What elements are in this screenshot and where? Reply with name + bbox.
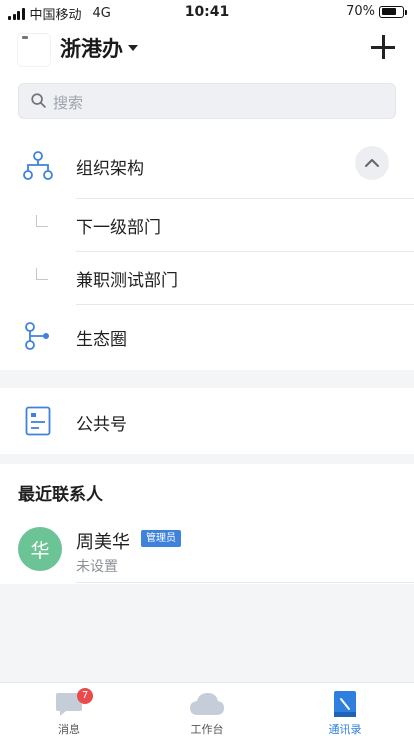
search-input[interactable]: 搜索 [18, 83, 396, 119]
battery-percent: 70% [346, 4, 375, 19]
tab-messages[interactable]: 7 消息 [0, 683, 138, 736]
status-bar: 中国移动 4G 10:41 70% [0, 0, 414, 24]
tab-workbench[interactable]: 工作台 [138, 683, 276, 736]
tab-contacts[interactable]: 通讯录 [276, 683, 414, 736]
org-structure-label: 组织架构 [76, 159, 144, 179]
ecosystem-icon [25, 322, 49, 350]
org-section: 组织架构 下一级部门 兼职测试部门 生态圈 [0, 134, 414, 370]
tab-label: 通讯录 [328, 723, 362, 736]
list-item-public-account[interactable]: 公共号 [0, 388, 414, 454]
status-right: 70% [346, 4, 407, 19]
list-item-parttime-department[interactable]: 兼职测试部门 [0, 252, 414, 304]
battery-fill [381, 8, 396, 15]
add-icon[interactable] [370, 34, 396, 60]
search-icon [31, 93, 46, 108]
recent-contacts-title: 最近联系人 [18, 485, 103, 505]
org-logo[interactable] [18, 34, 50, 66]
collapse-button[interactable] [355, 146, 389, 180]
org-name-selector[interactable]: 浙港办 [60, 33, 123, 63]
public-section: 公共号 [0, 388, 414, 454]
avatar[interactable]: 华 [18, 527, 62, 571]
tab-label: 工作台 [190, 723, 224, 736]
battery-icon [379, 5, 407, 18]
search-placeholder: 搜索 [53, 94, 84, 112]
ecosystem-label: 生态圈 [76, 330, 127, 350]
unread-badge: 7 [77, 688, 93, 704]
public-account-icon [25, 406, 51, 436]
search-section: 搜索 [0, 72, 414, 134]
sub-department-label: 下一级部门 [76, 218, 161, 238]
contact-status: 未设置 [76, 559, 118, 575]
tab-label: 消息 [58, 723, 80, 736]
chevron-up-icon [365, 159, 379, 167]
list-item-ecosystem[interactable]: 生态圈 [0, 305, 414, 369]
caret-down-icon[interactable] [128, 45, 138, 51]
list-item-org-structure[interactable]: 组织架构 [0, 134, 414, 198]
org-structure-icon [23, 151, 53, 180]
tab-bar: 7 消息 工作台 通讯录 [0, 682, 414, 736]
public-account-label: 公共号 [76, 415, 127, 435]
tree-branch-icon [36, 215, 48, 227]
list-item-sub-department[interactable]: 下一级部门 [0, 199, 414, 251]
contact-name: 周美华 [76, 532, 130, 553]
app-header: 浙港办 [0, 24, 414, 72]
divider [76, 582, 414, 583]
cloud-icon [190, 693, 224, 715]
parttime-department-label: 兼职测试部门 [76, 271, 178, 291]
tree-branch-icon [36, 268, 48, 280]
contacts-book-icon [334, 691, 356, 717]
admin-badge: 管理员 [141, 530, 181, 547]
